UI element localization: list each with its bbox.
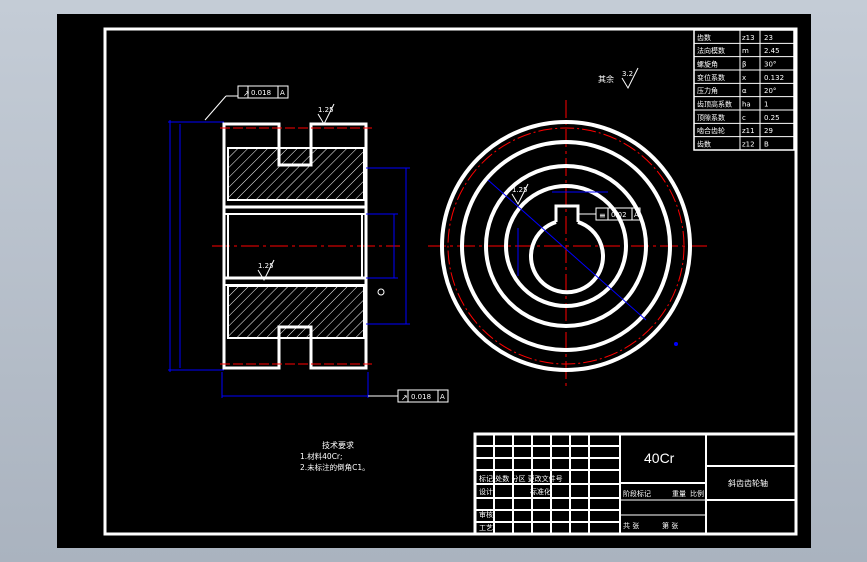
runout-symbol-bottom: ↗ (401, 393, 408, 402)
symmetry-value: 0.02 (611, 211, 627, 219)
param-symbol: ha (742, 101, 751, 109)
tb-stage-label: 阶段标记 (623, 489, 651, 498)
material-title: 40Cr (644, 450, 675, 466)
param-name: 法向模数 (697, 46, 725, 55)
tb-design-label: 设计 (479, 487, 493, 496)
runout-symbol-top: ↗ (243, 89, 250, 98)
tb-process-label: 工艺 (479, 524, 493, 532)
param-name: 顶隙系数 (697, 113, 725, 122)
tb-sheet-no: 第 张 (662, 521, 678, 530)
symmetry-datum: A (634, 211, 639, 219)
tech-req-item-1: 1.材料40Cr; (300, 451, 343, 461)
param-name: 压力角 (697, 86, 718, 95)
param-value: 29 (764, 127, 773, 135)
param-symbol: m (742, 47, 749, 55)
param-value: 0.132 (764, 74, 784, 82)
param-name: 变位系数 (697, 73, 725, 82)
param-value: 20° (764, 87, 776, 95)
tech-req-title: 技术要求 (322, 440, 354, 450)
tb-weight-label: 重量 (672, 490, 686, 498)
viewer-window: ↗ 0.018 A ↗ 0.018 A 1.25 1.25 ≡ 0.02 A 1… (0, 0, 867, 562)
runout-value-top: 0.018 (251, 89, 271, 97)
param-symbol: β (742, 61, 746, 69)
dim-dot (674, 342, 678, 346)
roughness-note-label: 其余 (598, 74, 614, 84)
param-name: 齿数 (697, 33, 711, 42)
param-name: 螺旋角 (697, 60, 718, 69)
tb-std-label: 标准化 (530, 487, 551, 496)
roughness-note-value: 3.2 (622, 70, 633, 78)
param-value: 2.45 (764, 47, 780, 55)
param-symbol: z11 (742, 127, 755, 135)
symmetry-symbol: ≡ (599, 211, 606, 220)
tb-row-labels: 标记 处数 分区 更改文件号 (479, 474, 563, 483)
param-name: 齿顶高系数 (697, 100, 732, 109)
tb-scale-label: 比例 (690, 489, 704, 498)
param-name: 齿数 (697, 140, 711, 149)
param-symbol: c (742, 114, 746, 122)
cad-drawing-sheet: ↗ 0.018 A ↗ 0.018 A 1.25 1.25 ≡ 0.02 A 1… (57, 14, 811, 548)
param-symbol: x (742, 74, 746, 82)
hatched-upper-body (227, 147, 365, 201)
hatched-lower-body (227, 285, 365, 339)
param-name: 啮合齿轮 (697, 126, 725, 135)
runout-datum-top: A (280, 89, 285, 97)
param-symbol: z12 (742, 141, 755, 149)
param-value: 30° (764, 61, 776, 69)
param-value: 0.25 (764, 114, 780, 122)
tb-sheet-total: 共 张 (623, 521, 639, 530)
param-symbol: α (742, 87, 747, 95)
runout-value-bottom: 0.018 (411, 393, 431, 401)
param-value: 1 (764, 101, 768, 109)
part-title: 斜齿齿轮轴 (728, 478, 768, 488)
tb-check-label: 审核 (479, 510, 493, 519)
param-value: 23 (764, 34, 773, 42)
runout-datum-bottom: A (440, 393, 445, 401)
tech-req-item-2: 2.未标注的倒角C1。 (300, 462, 370, 472)
param-symbol: z13 (742, 34, 755, 42)
param-value: B (764, 141, 769, 149)
